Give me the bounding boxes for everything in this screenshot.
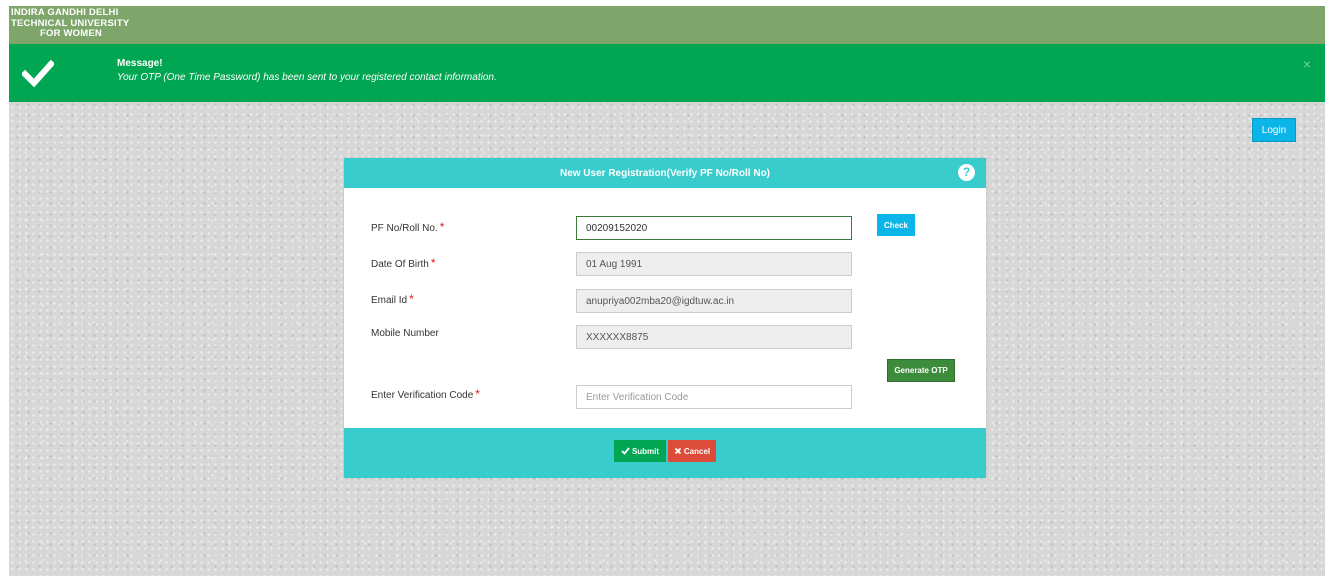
required-marker: * [409,292,414,306]
page-frame: INDIRA GANDHI DELHI TECHNICAL UNIVERSITY… [9,6,1325,576]
generate-otp-button[interactable]: Generate OTP [887,359,955,382]
registration-panel: New User Registration(Verify PF No/Roll … [344,158,986,478]
logo-line-1: INDIRA GANDHI DELHI [11,7,119,18]
close-icon[interactable]: × [1303,56,1311,72]
checkmark-icon [621,447,630,455]
pf-roll-label: PF No/Roll No. * [371,220,445,234]
panel-footer: Submit Cancel [344,428,986,478]
required-marker: * [439,220,445,234]
email-label: Email Id * [371,292,414,306]
logo-line-3: FOR WOMEN [40,28,102,39]
university-logo-text[interactable]: INDIRA GANDHI DELHI TECHNICAL UNIVERSITY… [11,7,161,40]
pf-roll-input[interactable]: 00209152020 [576,216,852,240]
email-field: anupriya002mba20@igdtuw.ac.in [576,289,852,313]
mobile-field: XXXXXX8875 [576,325,852,349]
brand-header: INDIRA GANDHI DELHI TECHNICAL UNIVERSITY… [9,6,1325,44]
alert-title: Message! [117,58,163,69]
panel-title: New User Registration(Verify PF No/Roll … [559,167,771,179]
dob-label: Date Of Birth * [371,256,436,270]
verification-code-input[interactable]: Enter Verification Code [576,385,852,409]
alert-message: Your OTP (One Time Password) has been se… [117,72,497,83]
verification-code-label: Enter Verification Code * [371,387,480,401]
help-icon[interactable]: ? [958,164,975,181]
required-marker: * [430,256,436,270]
submit-button[interactable]: Submit [614,440,666,462]
required-marker: * [475,387,480,401]
check-button[interactable]: Check [877,214,915,236]
mobile-label: Mobile Number [371,328,439,339]
close-icon [674,447,682,455]
dob-field: 01 Aug 1991 [576,252,852,276]
login-button[interactable]: Login [1252,118,1296,142]
cancel-button[interactable]: Cancel [668,440,716,462]
checkmark-icon [22,59,54,88]
panel-header: New User Registration(Verify PF No/Roll … [344,158,986,188]
otp-sent-alert: Message! Your OTP (One Time Password) ha… [9,44,1325,102]
